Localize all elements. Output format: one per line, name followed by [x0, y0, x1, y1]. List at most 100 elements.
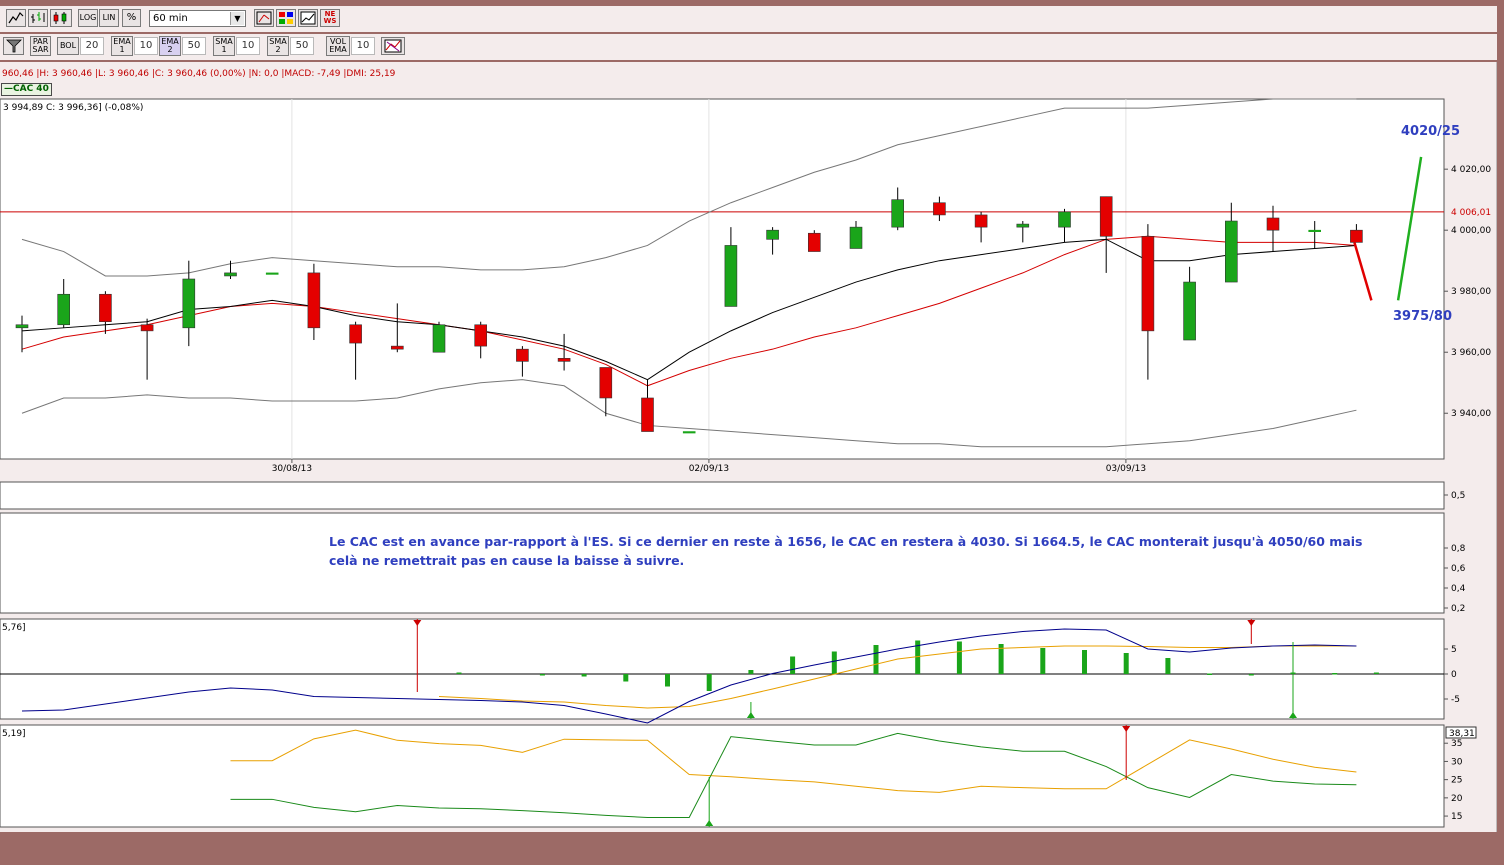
- macd-histogram-bar: [790, 656, 796, 674]
- sma2-period-input[interactable]: 50: [290, 37, 314, 55]
- vol-ema-button[interactable]: VOL EMA: [326, 36, 350, 56]
- sma1-button[interactable]: SMA 1: [213, 36, 235, 56]
- compare-icon[interactable]: [298, 9, 318, 27]
- candle-body: [474, 324, 488, 347]
- lin-button[interactable]: LIN: [99, 9, 119, 27]
- sma2-period-value: 50: [295, 40, 309, 51]
- percent-button[interactable]: %: [122, 9, 141, 27]
- candle-body: [432, 324, 446, 353]
- macd-histogram-bar: [1373, 672, 1379, 674]
- macd-histogram-bar: [1165, 658, 1171, 674]
- macd-histogram-bar: [539, 674, 545, 676]
- y-tick-label: 0,2: [1451, 604, 1465, 614]
- candle-body: [849, 226, 863, 249]
- macd-histogram-bar: [1248, 674, 1254, 676]
- target-label-high: 4020/25: [1401, 124, 1460, 139]
- chevron-down-icon[interactable]: ▼: [230, 12, 244, 25]
- candle-body: [1266, 217, 1280, 231]
- macd-histogram-bar: [1040, 648, 1046, 674]
- line-chart-icon-svg: [8, 12, 24, 24]
- period-select[interactable]: 60 min ▼: [149, 10, 246, 27]
- candle-body: [1016, 223, 1030, 228]
- lin-button-label: LIN: [102, 13, 116, 22]
- ema2-label: EMA 2: [161, 37, 179, 54]
- macd-histogram-bar: [1082, 650, 1087, 674]
- y-tick-label: 0,4: [1451, 584, 1466, 594]
- y-tick-label: 30: [1451, 757, 1463, 767]
- y-tick-label: 0: [1451, 670, 1457, 680]
- ema1-period-input[interactable]: 10: [134, 37, 158, 55]
- candle-body: [641, 397, 654, 432]
- y-tick-label: 35: [1451, 739, 1462, 749]
- filter-icon[interactable]: [3, 37, 24, 55]
- ema2-button[interactable]: EMA 2: [159, 36, 181, 56]
- y-tick-label: 25: [1451, 776, 1462, 786]
- news-label: NE WS: [323, 10, 337, 25]
- y-tick-label: 0,6: [1451, 564, 1466, 574]
- candle-body: [599, 367, 613, 399]
- candlestick-icon-svg: [53, 12, 67, 24]
- sma2-label: SMA 2: [269, 37, 287, 54]
- macd-histogram-bar: [1332, 673, 1338, 675]
- compare-icon-svg: [300, 11, 316, 25]
- sma1-period-input[interactable]: 10: [236, 37, 260, 55]
- candle-body: [974, 214, 988, 228]
- candle-body: [307, 272, 321, 329]
- macd-histogram-bar: [623, 674, 629, 682]
- dmi-header: 5,19]: [2, 729, 26, 739]
- oscillator-layer: 0,5 0,8 0,6 0,4 0,2: [1444, 491, 1466, 614]
- chart-area: 960,46 |H: 3 960,46 |L: 3 960,46 |C: 3 9…: [0, 62, 1497, 832]
- line-chart-icon[interactable]: [6, 9, 26, 27]
- macd-histogram-bar: [706, 674, 712, 691]
- color-grid-icon[interactable]: [276, 9, 296, 27]
- ema2-period-value: 50: [187, 40, 201, 51]
- draw-tool-icon[interactable]: [254, 9, 274, 27]
- candle-body: [390, 345, 404, 350]
- macd-histogram-bar: [956, 641, 962, 674]
- par-sar-button[interactable]: PAR SAR: [30, 36, 51, 56]
- macd-histogram-bar: [873, 645, 879, 674]
- ema1-label: EMA 1: [113, 37, 131, 54]
- y-tick-label: 3 940,00: [1451, 409, 1491, 419]
- bar-chart-icon[interactable]: [28, 9, 48, 27]
- macd-histogram-bar: [831, 651, 837, 674]
- percent-button-label: %: [126, 12, 137, 23]
- indicator-chart-icon[interactable]: [381, 37, 405, 55]
- indicator-chart-icon-svg: [384, 39, 402, 53]
- candle-body: [1183, 281, 1196, 341]
- news-icon[interactable]: NE WS: [320, 9, 340, 27]
- date-label: 03/09/13: [1106, 464, 1146, 474]
- macd-histogram-bar: [456, 672, 462, 674]
- candle-body: [1225, 220, 1238, 283]
- vol-period-input[interactable]: 10: [351, 37, 375, 55]
- candle-body: [807, 232, 821, 252]
- macd-histogram-bar: [1207, 673, 1213, 675]
- y-tick-label: 0,8: [1451, 544, 1466, 554]
- ema2-period-input[interactable]: 50: [182, 37, 206, 55]
- target-label-low: 3975/80: [1393, 309, 1452, 324]
- log-button[interactable]: LOG: [78, 9, 98, 27]
- bol-period-value: 20: [85, 40, 99, 51]
- empty-pane: [0, 481, 1445, 510]
- sma2-button[interactable]: SMA 2: [267, 36, 289, 56]
- y-tick-label: 20: [1451, 794, 1463, 804]
- reference-line-label: 4 006,01: [1451, 208, 1491, 218]
- y-tick-label: 15: [1451, 812, 1462, 822]
- y-tick-label: 3 980,00: [1451, 287, 1491, 297]
- y-tick-label: 4 020,00: [1451, 165, 1491, 175]
- ema1-button[interactable]: EMA 1: [111, 36, 133, 56]
- candle-body: [1099, 196, 1113, 237]
- price-readout: 3 994,89 C: 3 996,36] (-0,08%): [3, 103, 143, 113]
- chart-svg: 30/08/13 02/09/13 03/09/13 4 020,00 4 000,00…: [0, 62, 1497, 832]
- candlestick-icon[interactable]: [50, 9, 72, 27]
- bol-button[interactable]: BOL: [57, 37, 79, 55]
- bol-period-input[interactable]: 20: [80, 37, 104, 55]
- y-tick-label: 0,5: [1451, 491, 1465, 501]
- y-tick-label: 3 960,00: [1451, 348, 1491, 358]
- candle-body: [57, 293, 71, 326]
- bottom-bar: [0, 833, 1497, 865]
- ema1-period-value: 10: [139, 40, 153, 51]
- par-sar-label: PAR SAR: [32, 37, 49, 54]
- filter-icon-svg: [5, 39, 22, 53]
- candle-body: [349, 324, 362, 344]
